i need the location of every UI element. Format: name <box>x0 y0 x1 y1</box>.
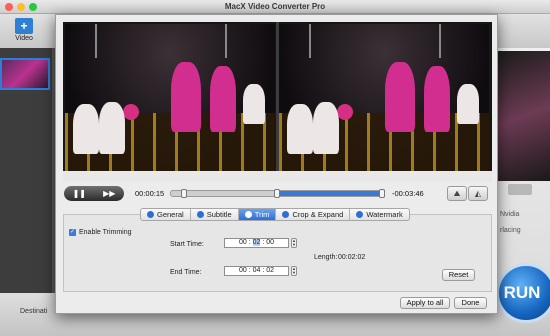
output-preview-frame <box>279 24 489 171</box>
flip-button[interactable]: ◭ <box>468 186 488 201</box>
original-preview <box>65 24 275 171</box>
nvidia-option: Nvidia <box>500 211 520 218</box>
edit-tabbar: General Subtitle Trim Crop & Expand Wate… <box>140 208 410 221</box>
preview-footer <box>63 171 492 182</box>
app-titlebar: MacX Video Converter Pro <box>0 0 550 14</box>
edit-dialog: ❚❚ ▶▶ 00:00:15 -00:03:46 ⛰ ◭ General Sub… <box>55 14 498 314</box>
end-hours[interactable]: 00 <box>239 267 247 274</box>
tab-watermark[interactable]: Watermark <box>350 209 408 220</box>
file-thumbnail[interactable] <box>0 58 50 90</box>
flip-icon: ◭ <box>474 189 482 198</box>
tab-general[interactable]: General <box>141 209 191 220</box>
trim-selected-range <box>276 191 381 196</box>
trim-timeline[interactable] <box>170 189 385 198</box>
tab-watermark-label: Watermark <box>366 210 403 219</box>
end-time-stepper[interactable]: ▲ ▼ <box>291 266 297 276</box>
watermark-tab-icon <box>356 211 364 218</box>
pause-icon[interactable]: ❚❚ <box>73 189 86 198</box>
file-list <box>0 48 52 293</box>
tab-subtitle-label: Subtitle <box>206 210 232 219</box>
tab-trim-label: Trim <box>254 210 270 219</box>
video-preview-area <box>63 22 492 182</box>
subtitle-tab-icon <box>196 211 204 218</box>
done-button[interactable]: Done <box>454 297 487 309</box>
playback-controls: ❚❚ ▶▶ 00:00:15 -00:03:46 ⛰ ◭ <box>63 185 492 203</box>
destination-label: Destinati <box>20 308 48 315</box>
trim-start-handle[interactable] <box>274 189 280 198</box>
end-seconds[interactable]: 02 <box>266 267 274 274</box>
enable-trimming-label: Enable Trimming <box>79 229 132 236</box>
output-panel: Nvidia rlacing <box>498 48 550 293</box>
current-time: 00:00:15 <box>135 189 165 198</box>
end-time-label: End Time: <box>170 269 202 276</box>
start-seconds[interactable]: 00 <box>266 239 274 246</box>
add-video-label: Video <box>15 35 33 42</box>
end-minutes[interactable]: 04 <box>253 267 261 274</box>
end-time-field[interactable]: 00 : 04 : 02 <box>224 266 289 276</box>
tab-subtitle[interactable]: Subtitle <box>191 209 239 220</box>
tab-trim[interactable]: Trim <box>238 209 277 220</box>
start-time-field[interactable]: 00 : 02 : 00 <box>224 238 289 248</box>
start-minutes[interactable]: 02 <box>252 239 261 246</box>
output-preview <box>498 51 550 181</box>
enable-trimming-checkbox[interactable]: ✓ Enable Trimming <box>69 229 132 236</box>
add-video-icon: + <box>15 18 33 34</box>
snapshot-button[interactable]: ⛰ <box>447 186 467 201</box>
app-title: MacX Video Converter Pro <box>224 2 326 11</box>
trim-tab-icon <box>244 211 252 218</box>
start-time-stepper[interactable]: ▲ ▼ <box>291 238 297 248</box>
length-value: 00:02:02 <box>338 254 366 261</box>
tab-general-label: General <box>157 210 184 219</box>
folder-icon[interactable] <box>508 184 532 195</box>
tab-crop-label: Crop & Expand <box>292 210 344 219</box>
crop-tab-icon <box>282 211 290 218</box>
transport-buttons: ❚❚ ▶▶ <box>64 186 124 201</box>
checkmark-icon: ✓ <box>69 229 76 236</box>
general-tab-icon <box>147 211 154 218</box>
playhead-handle[interactable] <box>181 189 187 198</box>
reset-button[interactable]: Reset <box>442 269 475 281</box>
start-hours[interactable]: 00 <box>239 239 247 246</box>
apply-to-all-button[interactable]: Apply to all <box>400 297 450 309</box>
remaining-time: -00:03:46 <box>392 189 424 198</box>
camera-icon: ⛰ <box>453 189 461 198</box>
settings-panel <box>63 214 492 292</box>
run-button[interactable]: RUN <box>496 263 550 323</box>
add-video-button[interactable]: + Video <box>6 16 42 48</box>
tab-crop-expand[interactable]: Crop & Expand <box>276 209 351 220</box>
length-label: Length: <box>314 254 338 261</box>
fast-forward-icon[interactable]: ▶▶ <box>103 189 115 198</box>
trim-end-handle[interactable] <box>379 189 385 198</box>
deinterlacing-option: rlacing <box>500 227 521 234</box>
start-time-label: Start Time: <box>170 241 204 248</box>
